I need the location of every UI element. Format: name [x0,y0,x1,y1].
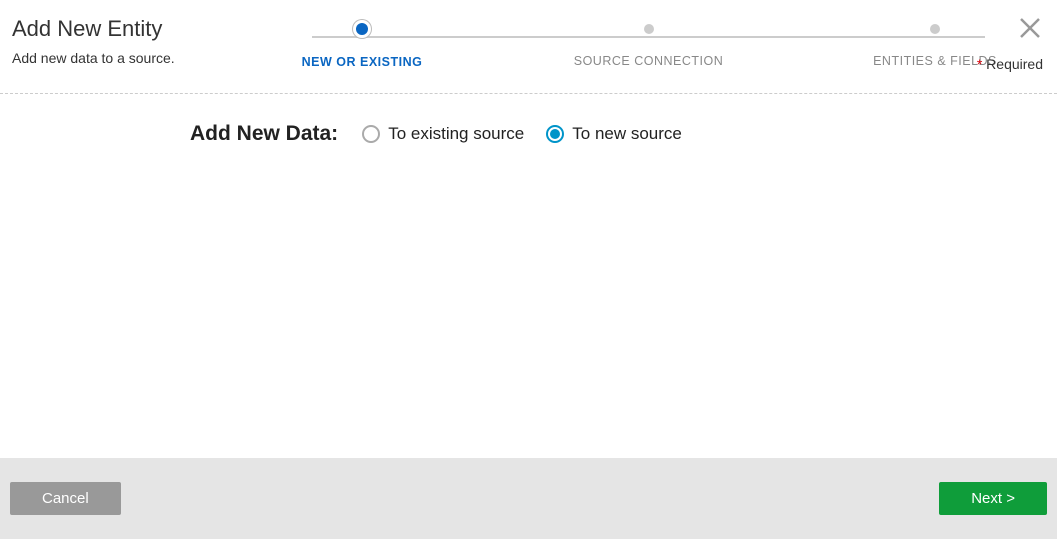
required-indicator: * Required [977,56,1043,72]
page-title: Add New Entity [12,16,252,42]
step-new-or-existing[interactable]: NEW OR EXISTING [252,24,472,69]
content-area: Add New Data: To existing source To new … [0,94,1057,174]
page-subtitle: Add new data to a source. [12,50,252,66]
next-button[interactable]: Next > [939,482,1047,515]
radio-label: To new source [572,124,682,144]
asterisk-icon: * [977,56,982,72]
title-block: Add New Entity Add new data to a source. [12,16,252,69]
radio-label: To existing source [388,124,524,144]
dialog-header: Add New Entity Add new data to a source.… [0,0,1057,69]
section-label: Add New Data: [190,122,338,146]
x-icon [1019,17,1041,39]
radio-icon [546,125,564,143]
dialog-footer: Cancel Next > [0,458,1057,539]
radio-new-source[interactable]: To new source [546,124,682,144]
step-dot-icon [644,24,654,34]
step-dot-icon [356,23,368,35]
step-source-connection[interactable]: SOURCE CONNECTION [539,24,759,69]
source-choice-radio-group: To existing source To new source [362,124,682,144]
radio-icon [362,125,380,143]
cancel-button[interactable]: Cancel [10,482,121,515]
wizard-stepper: NEW OR EXISTING SOURCE CONNECTION ENTITI… [252,16,1045,69]
radio-existing-source[interactable]: To existing source [362,124,524,144]
step-dot-icon [930,24,940,34]
stepper-steps: NEW OR EXISTING SOURCE CONNECTION ENTITI… [252,24,1045,69]
required-label: Required [986,56,1043,72]
step-label: SOURCE CONNECTION [574,54,723,68]
step-label: NEW OR EXISTING [302,55,423,69]
close-icon[interactable] [1019,16,1041,44]
